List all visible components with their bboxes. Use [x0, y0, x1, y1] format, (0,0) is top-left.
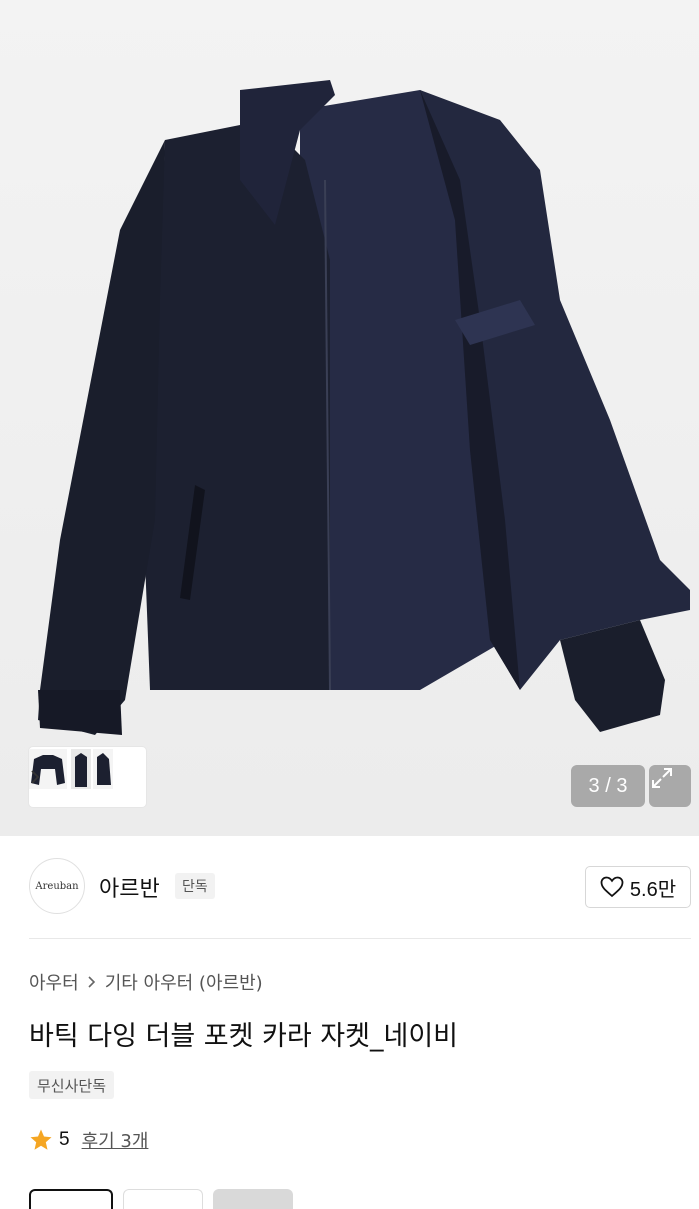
expand-button[interactable] — [649, 765, 691, 807]
product-image-gallery[interactable]: 3 / 3 — [0, 0, 699, 836]
brand-logo-text: Areuban — [35, 880, 79, 892]
breadcrumb-item-outer[interactable]: 아우터 — [29, 969, 79, 995]
like-count: 5.6만 — [629, 878, 677, 901]
like-button[interactable]: 5.6만 — [585, 866, 691, 908]
thumbnail-images — [29, 749, 113, 789]
brand-name[interactable]: 아르반 — [99, 871, 160, 903]
exclusive-tag: 무신사단독 — [29, 1071, 115, 1099]
breadcrumb-item-other-outer[interactable]: 기타 아우터 (아르반) — [105, 969, 263, 995]
rating-row: 5 후기 3개 — [29, 1127, 148, 1153]
thumbnail-strip[interactable] — [29, 747, 146, 807]
option-tab[interactable] — [213, 1189, 293, 1209]
reviews-link[interactable]: 후기 3개 — [82, 1127, 149, 1153]
breadcrumb: 아우터 기타 아우터 (아르반) — [29, 969, 263, 995]
divider — [29, 938, 691, 939]
heart-outline-icon — [600, 876, 624, 898]
brand-exclusive-badge: 단독 — [175, 873, 215, 899]
brand-row: Areuban 아르반 단독 5.6만 — [29, 858, 691, 916]
expand-icon — [652, 768, 672, 788]
product-title: 바틱 다잉 더블 포켓 카라 자켓_네이비 — [29, 1021, 459, 1052]
star-icon — [30, 1129, 52, 1150]
image-counter: 3 / 3 — [571, 765, 645, 807]
chevron-right-icon — [88, 976, 95, 988]
option-tab[interactable] — [29, 1189, 113, 1209]
option-tab[interactable] — [123, 1189, 203, 1209]
jacket-product-image — [38, 80, 690, 735]
brand-logo[interactable]: Areuban — [29, 858, 85, 914]
chevron-right-icon[interactable] — [29, 766, 41, 788]
rating-score: 5 — [59, 1129, 70, 1150]
